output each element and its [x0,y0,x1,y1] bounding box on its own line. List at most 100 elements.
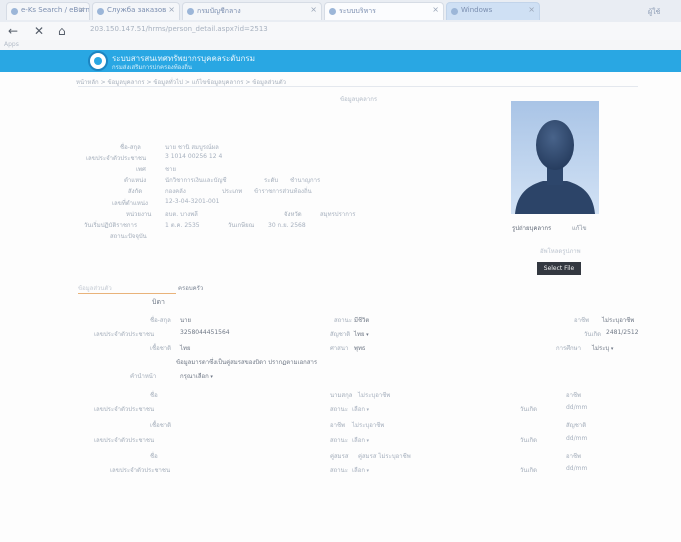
form-label: อาชีพ [330,422,345,429]
form-label: ชื่อ [150,392,158,399]
field-value: 1 ต.ค. 2535 [165,222,200,229]
form-label: วันเกิด [520,406,538,413]
field-label: จังหวัด [284,211,302,218]
favicon-icon [11,8,18,15]
field-label: หน่วยงาน [126,211,152,218]
url-input[interactable]: 203.150.147.51/hrms/person_detail.aspx?i… [90,25,390,36]
field-value: 3 1014 00256 12 4 [165,153,223,160]
mother-note: ข้อมูลมารดาซึ่งเป็นคู่สมรสของบิดา ปรากฏต… [176,359,318,366]
form-value[interactable]: ไทย [180,343,191,353]
field-value: สมุทรปราการ [320,211,356,218]
page-title: ข้อมูลบุคลากร [340,96,378,103]
section-title: บิดา [152,298,165,306]
form-label: เชื้อชาติ [150,422,172,429]
form-value[interactable]: ไม่ระบุอาชีพ [602,315,634,325]
browser-tab-active[interactable]: ระบบบริหาร × [324,2,444,20]
field-label: วันเกษียณ [228,222,255,229]
form-label: สถานะ [334,317,352,324]
form-label: เลขประจำตัวประชาชน [94,331,155,338]
apps-bookmark[interactable]: Apps [4,41,19,48]
close-tab-icon[interactable]: × [168,5,175,14]
father-id-input[interactable]: 3258044451564 [180,329,230,336]
form-label: นามสกุล [330,392,353,399]
home-icon[interactable]: ⌂ [58,24,66,38]
photo-edit-link[interactable]: แก้ไข [572,223,587,233]
form-label: คู่สมรส [330,453,349,460]
form-label: การศึกษา [556,345,581,352]
field-value: ข้าราชการส่วนท้องถิ่น [254,188,312,195]
browser-tab-label: กรมบัญชีกลาง [197,7,241,15]
form-label: สถานะ [330,437,348,444]
status-select[interactable]: เลือก [352,435,369,445]
browser-tab[interactable]: e-Ks Search / eBurn × [6,2,90,20]
field-value: ชาย [165,166,176,173]
form-value[interactable]: มีชีวิต [354,315,369,325]
favicon-icon [97,8,104,15]
status-select[interactable]: เลือก [352,404,369,414]
field-label: เลขประจำตัวประชาชน [86,155,147,162]
upload-note: อัพโหลดรูปภาพ [540,248,581,255]
tab-personal-label: ข้อมูลส่วนตัว [78,285,112,292]
birth-date-input[interactable]: 2481/2512 [606,329,639,336]
field-value: 30 ก.ย. 2568 [268,222,306,229]
favicon-icon [329,8,336,15]
form-label: เลขประจำตัวประชาชน [94,437,155,444]
select-file-button[interactable]: Select File [537,262,581,275]
form-label: ชื่อ-สกุล [150,317,171,324]
field-label: สถานะปัจจุบัน [110,233,147,240]
tab-personal[interactable]: ข้อมูลส่วนตัว [78,283,176,294]
status-select[interactable]: เลือก [352,465,369,475]
form-label: วันเกิด [520,437,538,444]
site-logo[interactable] [88,51,108,71]
form-label: อาชีพ [566,453,581,460]
form-value[interactable]: dd/mm [566,465,587,472]
field-value: ชำนาญการ [290,177,321,184]
site-subtitle: กรมส่งเสริมการปกครองท้องถิ่น [112,64,192,71]
field-label: เพศ [136,166,146,173]
form-label: เชื้อชาติ [150,345,172,352]
field-value: นักวิชาการเงินและบัญชี [165,177,227,184]
field-label: เลขที่ตำแหน่ง [112,200,148,207]
form-value[interactable]: dd/mm [566,435,587,442]
person-silhouette-icon [511,101,599,214]
field-label: ระดับ [264,177,279,184]
form-label: สถานะ [330,467,348,474]
form-label: คำนำหน้า [130,373,157,380]
form-value[interactable]: ไม่ระบุอาชีพ [358,390,390,400]
prefix-select[interactable]: กรุณาเลือก [180,371,254,381]
form-label: สัญชาติ [330,331,351,338]
photo-caption: รูปถ่ายบุคลากร [512,225,552,232]
form-value[interactable]: dd/mm [566,404,587,411]
close-tab-icon[interactable]: × [432,5,439,14]
form-value[interactable]: คู่สมรส ไม่ระบุอาชีพ [358,451,411,461]
browser-tab[interactable]: Служба заказов × [92,2,180,20]
stop-icon[interactable]: ✕ [34,24,44,38]
form-value[interactable]: ไม่ระบุอาชีพ [352,420,384,430]
profile-photo [511,101,599,214]
back-icon[interactable]: ← [8,24,18,38]
form-value[interactable]: พุทธ [354,343,366,353]
form-label: สถานะ [330,406,348,413]
browser-user-label[interactable]: ผู้ใช้ [648,7,660,18]
form-label: ศาสนา [330,345,349,352]
nationality-select[interactable]: ไทย [354,329,369,339]
close-tab-icon[interactable]: × [310,5,317,14]
form-label: เลขประจำตัวประชาชน [94,406,155,413]
favicon-icon [451,8,458,15]
form-label: วันเกิด [520,467,538,474]
browser-tab[interactable]: Windows × [446,2,540,20]
browser-tab-label: Windows [461,6,493,14]
close-tab-icon[interactable]: × [78,5,85,14]
favicon-icon [187,8,194,15]
tab-family[interactable]: ครอบครัว [178,283,203,293]
form-value[interactable]: นาย [180,315,191,325]
bookmarks-bar [0,40,681,50]
close-tab-icon[interactable]: × [528,5,535,14]
form-label: วันเกิด [584,331,602,338]
browser-tab-label: ระบบบริหาร [339,7,376,15]
form-label: สัญชาติ [566,422,587,429]
field-label: ประเภท [222,188,243,195]
browser-tab[interactable]: กรมบัญชีกลาง × [182,2,322,20]
education-select[interactable]: ไม่ระบุ [592,343,613,353]
field-value: 12-3-04-3201-001 [165,198,220,205]
